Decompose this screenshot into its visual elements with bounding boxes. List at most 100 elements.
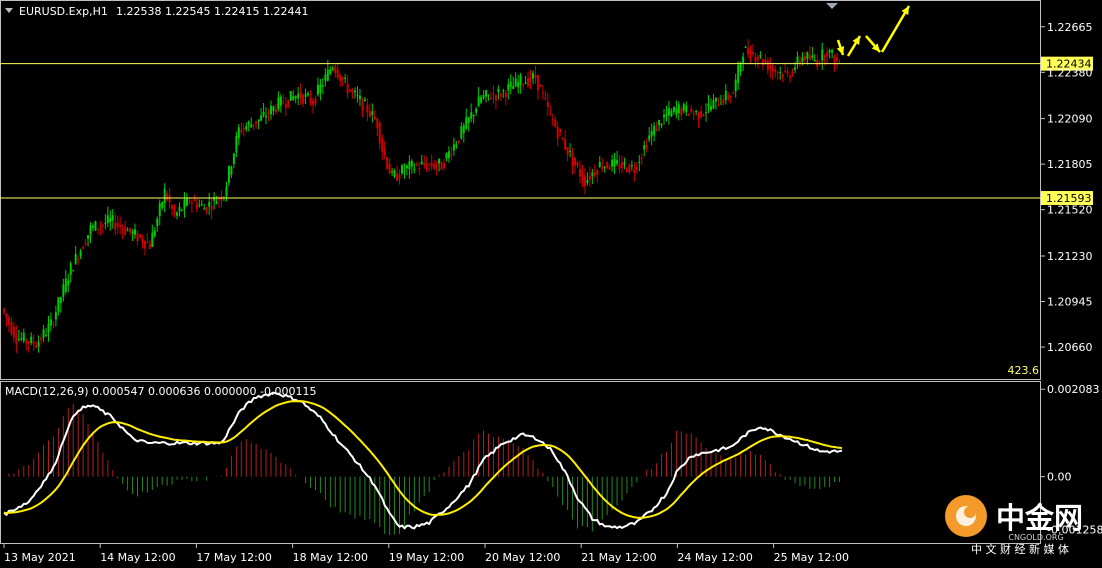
watermark-tagline: 中 文 财 经 新 媒 体: [971, 542, 1069, 556]
candle-body: [351, 90, 354, 92]
candle-body: [42, 329, 45, 338]
candle-body: [225, 186, 228, 197]
candle-body: [272, 106, 275, 112]
candle-body: [420, 161, 423, 164]
macd-label: MACD(12,26,9) 0.000547 0.000636 0.000000…: [5, 385, 316, 398]
candle-body: [173, 207, 176, 215]
candle-body: [269, 105, 272, 115]
candle-body: [423, 162, 426, 165]
candle-body: [485, 90, 488, 97]
candle-body: [682, 104, 685, 111]
candle-body: [79, 250, 82, 257]
candle-body: [292, 96, 295, 100]
candle-body: [616, 160, 619, 164]
candle-body: [104, 222, 107, 224]
candle-body: [475, 108, 478, 113]
candle-body: [569, 150, 572, 152]
candle-body: [517, 82, 520, 88]
candle-body: [648, 135, 651, 140]
candle-body: [428, 163, 431, 165]
dropdown-triangle-icon[interactable]: [5, 8, 13, 13]
candle-body: [230, 166, 233, 175]
price-tick-label: 1.22665: [1047, 21, 1093, 34]
candle-body: [653, 125, 656, 136]
candle-body: [452, 144, 455, 151]
candle-body: [776, 72, 779, 74]
candle-body: [74, 254, 77, 264]
forecast-arrow-head-icon: [836, 46, 845, 55]
candle-body: [687, 113, 690, 116]
chart-canvas[interactable]: 1.224341.21593 1.22665 1.22380 1.22090 1.21…: [0, 0, 1102, 568]
candle-body: [430, 162, 433, 167]
candle-body: [136, 233, 139, 242]
candle-body: [482, 95, 485, 98]
corner-value: 423.6: [1008, 364, 1040, 377]
candle-body: [252, 124, 255, 126]
candle-body: [801, 57, 804, 62]
candle-body: [606, 162, 609, 169]
candle-body: [645, 145, 648, 149]
candle-body: [576, 162, 579, 166]
candle-body: [519, 75, 522, 86]
candle-body: [49, 319, 52, 326]
candle-body: [405, 165, 408, 169]
candle-body: [101, 224, 104, 226]
candle-body: [262, 111, 265, 116]
candle-body: [440, 162, 443, 170]
candle-body: [707, 103, 710, 107]
candle-body: [349, 89, 352, 92]
candle-body: [156, 218, 159, 226]
candle-body: [677, 104, 680, 114]
candle-body: [91, 225, 94, 228]
candle-body: [198, 205, 201, 207]
candle-body: [556, 127, 559, 139]
candle-body: [267, 112, 270, 114]
candle-body: [742, 56, 745, 64]
candle-body: [507, 84, 510, 91]
candle-body: [574, 157, 577, 166]
symbol-label: EURUSD.Exp,H1: [19, 5, 108, 18]
candle-body: [744, 46, 747, 48]
candle-body: [163, 188, 166, 203]
candle-body: [643, 145, 646, 150]
candle-body: [470, 112, 473, 119]
candle-body: [685, 105, 688, 113]
candle-body: [265, 115, 268, 118]
candle-body: [64, 278, 67, 292]
candle-body: [260, 115, 263, 121]
candle-body: [378, 122, 381, 144]
candle-body: [176, 212, 179, 216]
candle-body: [611, 159, 614, 167]
candle-body: [598, 161, 601, 168]
candle-body: [32, 341, 35, 345]
candle-body: [823, 55, 826, 60]
candle-body: [195, 202, 198, 210]
candle-body: [759, 55, 762, 57]
candle-body: [675, 108, 678, 115]
candle-body: [20, 338, 23, 340]
candle-body: [341, 77, 344, 81]
candle-body: [581, 172, 584, 181]
candle-body: [10, 322, 13, 334]
candle-body: [705, 112, 708, 114]
time-tick-label: 18 May 12:00: [293, 551, 368, 564]
candle-body: [635, 167, 638, 170]
candle-body: [813, 59, 816, 61]
horizontal-levels[interactable]: 1.224341.21593: [0, 56, 1093, 206]
candle-body: [603, 167, 606, 169]
candle-body: [692, 113, 695, 115]
candle-body: [418, 168, 421, 170]
candle-body: [354, 90, 357, 93]
candle-body: [756, 56, 759, 60]
candle-body: [47, 324, 50, 333]
candle-body: [630, 165, 633, 167]
candle-body: [294, 96, 297, 99]
candle-body: [188, 200, 191, 203]
candle-body: [433, 164, 436, 169]
candle-body: [660, 124, 663, 126]
candle-body: [769, 65, 772, 69]
candle-body: [121, 229, 124, 231]
candle-body: [168, 195, 171, 203]
candle-body: [564, 139, 567, 150]
macd-histogram: [8, 403, 841, 536]
